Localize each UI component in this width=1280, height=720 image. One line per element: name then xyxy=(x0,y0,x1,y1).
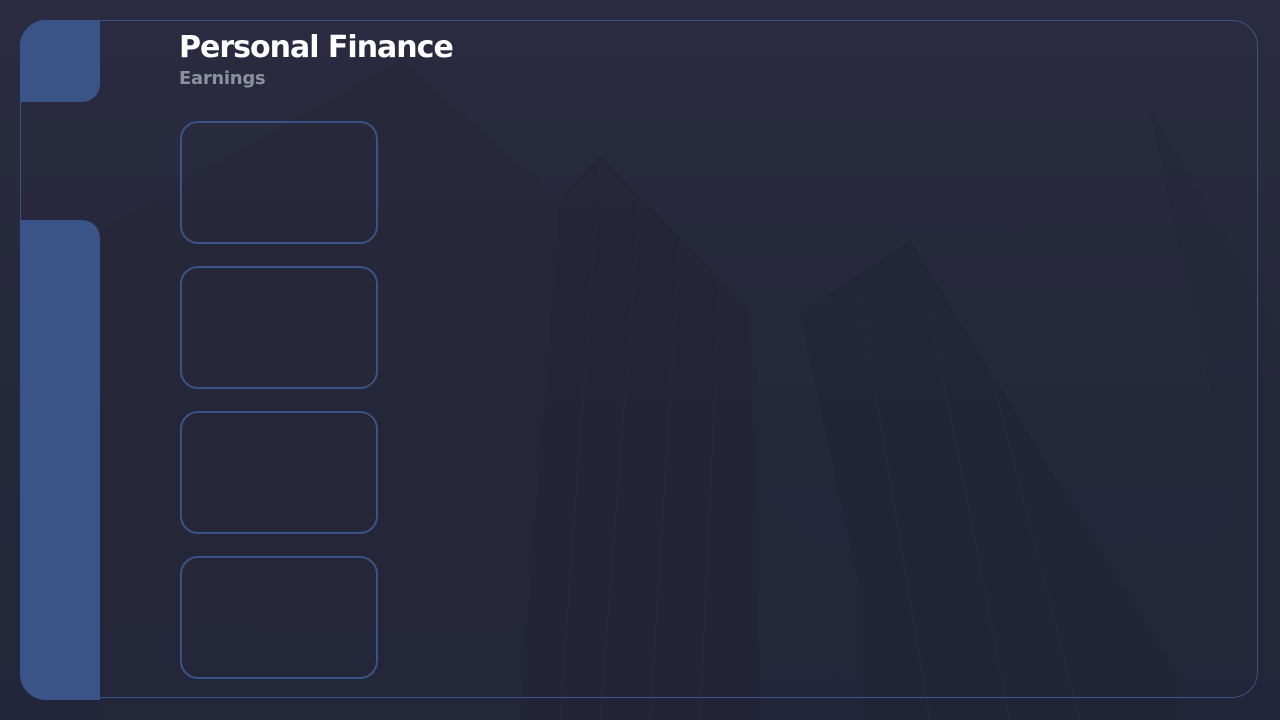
earnings-card-4[interactable] xyxy=(180,556,378,679)
sidebar-bottom-segment xyxy=(20,220,100,700)
page-subtitle: Earnings xyxy=(179,68,266,89)
slide-canvas: Personal Finance Earnings xyxy=(0,0,1280,720)
earnings-card-3[interactable] xyxy=(180,411,378,534)
sidebar-notch xyxy=(20,102,100,220)
earnings-card-2[interactable] xyxy=(180,266,378,389)
page-title: Personal Finance xyxy=(179,30,454,65)
earnings-card-1[interactable] xyxy=(180,121,378,244)
sidebar-top-segment xyxy=(20,20,100,102)
